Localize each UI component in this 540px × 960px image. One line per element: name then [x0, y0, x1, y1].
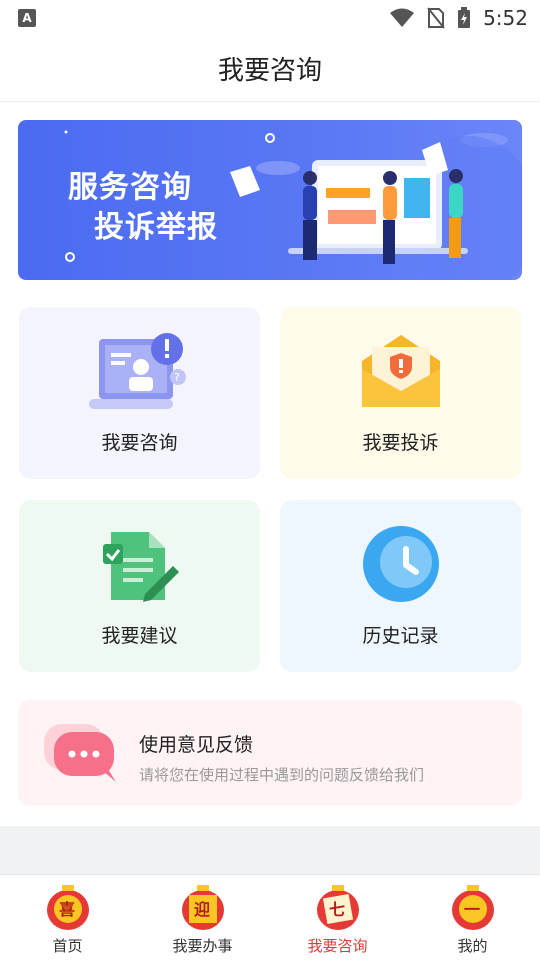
- chat-bubble-icon: [44, 724, 116, 782]
- tab-home[interactable]: 喜 首页: [0, 875, 135, 960]
- svg-text:喜: 喜: [59, 900, 75, 919]
- card-suggestion[interactable]: 我要建议: [19, 500, 260, 672]
- card-consult[interactable]: ? 我要咨询: [19, 307, 260, 479]
- battery-charging-icon: [458, 7, 471, 28]
- tab-consult-label: 我要咨询: [307, 937, 368, 955]
- tab-services[interactable]: 迎 我要办事: [135, 875, 270, 960]
- feedback-subtitle: 请将您在使用过程中遇到的问题反馈给我们: [139, 766, 425, 784]
- tab-mine-label: 我的: [457, 937, 488, 955]
- svg-text:?: ?: [174, 371, 180, 384]
- tab-consult[interactable]: 七 我要咨询: [270, 875, 405, 960]
- page-title: 我要咨询: [217, 56, 322, 86]
- tab-home-label: 首页: [52, 937, 83, 955]
- card-history-label: 历史记录: [362, 625, 439, 647]
- suggestion-document-icon: [102, 532, 179, 602]
- app-notification-icon: A: [18, 9, 36, 27]
- card-complaint-label: 我要投诉: [362, 432, 439, 454]
- lantern-xi-icon: 喜: [46, 885, 89, 930]
- bottom-tab-bar: 喜 首页 迎 我要办事 七 我要咨询 一 我的: [0, 874, 540, 960]
- header: 我要咨询: [0, 36, 540, 102]
- tab-mine[interactable]: 一 我的: [405, 875, 540, 960]
- card-complaint[interactable]: 我要投诉: [280, 307, 521, 479]
- no-sim-icon: [427, 7, 445, 29]
- consult-icon: ?: [88, 333, 186, 409]
- card-consult-label: 我要咨询: [101, 432, 178, 454]
- divider-area: [0, 826, 540, 874]
- card-suggestion-label: 我要建议: [101, 625, 178, 647]
- lantern-yi-icon: 一: [451, 885, 494, 930]
- tab-services-label: 我要办事: [172, 937, 233, 955]
- status-time: 5:52: [483, 6, 528, 30]
- banner[interactable]: 服务咨询 投诉举报: [18, 120, 522, 280]
- feedback-title: 使用意见反馈: [139, 734, 254, 756]
- svg-text:一: 一: [464, 900, 480, 919]
- banner-title-line2: 投诉举报: [94, 210, 218, 245]
- wifi-icon: [390, 8, 415, 27]
- svg-text:七: 七: [329, 900, 345, 919]
- lantern-ying-icon: 迎: [181, 885, 224, 930]
- banner-title-line1: 服务咨询: [68, 170, 192, 205]
- history-clock-icon: [362, 526, 439, 602]
- lantern-qi-icon: 七: [316, 885, 359, 930]
- svg-text:迎: 迎: [194, 900, 210, 919]
- status-bar: A 5:52: [0, 0, 540, 36]
- card-history[interactable]: 历史记录: [280, 500, 521, 672]
- complaint-envelope-icon: [361, 335, 440, 407]
- feedback-entry[interactable]: 使用意见反馈 请将您在使用过程中遇到的问题反馈给我们: [18, 700, 522, 806]
